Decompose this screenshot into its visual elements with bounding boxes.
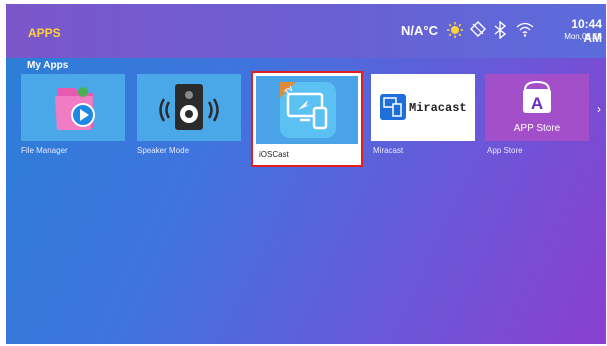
app-label-ioscast: iOSCast	[259, 150, 289, 159]
miracast-icon: Miracast	[380, 94, 467, 120]
ioscast-tile-bg: TV	[256, 76, 358, 144]
app-label-app-store: App Store	[487, 146, 523, 155]
svg-text:A: A	[531, 94, 543, 113]
sun-icon	[447, 22, 463, 38]
app-label-miracast: Miracast	[373, 146, 404, 155]
app-label-file-manager: File Manager	[21, 146, 68, 155]
app-store-logo-text: APP Store	[514, 123, 561, 134]
top-bar: APPS N/A°C 10:44 AM Mon,08.05	[6, 4, 606, 58]
clock-date: Mon,08.05	[564, 32, 602, 41]
bluetooth-icon[interactable]	[493, 21, 507, 39]
network-icon[interactable]	[470, 21, 486, 37]
app-store-icon: A APP Store	[514, 80, 561, 134]
ioscast-icon: TV	[280, 82, 336, 138]
chevron-right-icon[interactable]: ›	[597, 102, 601, 116]
app-label-speaker-mode: Speaker Mode	[137, 146, 190, 155]
app-tile-ioscast[interactable]: TV iOSCast	[251, 71, 363, 167]
app-tile-miracast[interactable]: Miracast	[371, 74, 475, 141]
miracast-logo-text: Miracast	[409, 101, 467, 115]
launcher-screen: APPS N/A°C 10:44 AM Mon,08.05 My Apps Fi…	[6, 4, 606, 344]
app-tile-app-store[interactable]: A APP Store	[485, 74, 589, 141]
wifi-icon[interactable]	[516, 21, 534, 37]
temperature: N/A°C	[401, 23, 438, 38]
file-manager-icon	[55, 87, 95, 130]
speaker-icon	[159, 84, 219, 130]
app-tile-file-manager[interactable]	[21, 74, 125, 141]
page-title: APPS	[28, 26, 61, 40]
app-tile-speaker-mode[interactable]	[137, 74, 241, 141]
section-title: My Apps	[27, 60, 69, 71]
